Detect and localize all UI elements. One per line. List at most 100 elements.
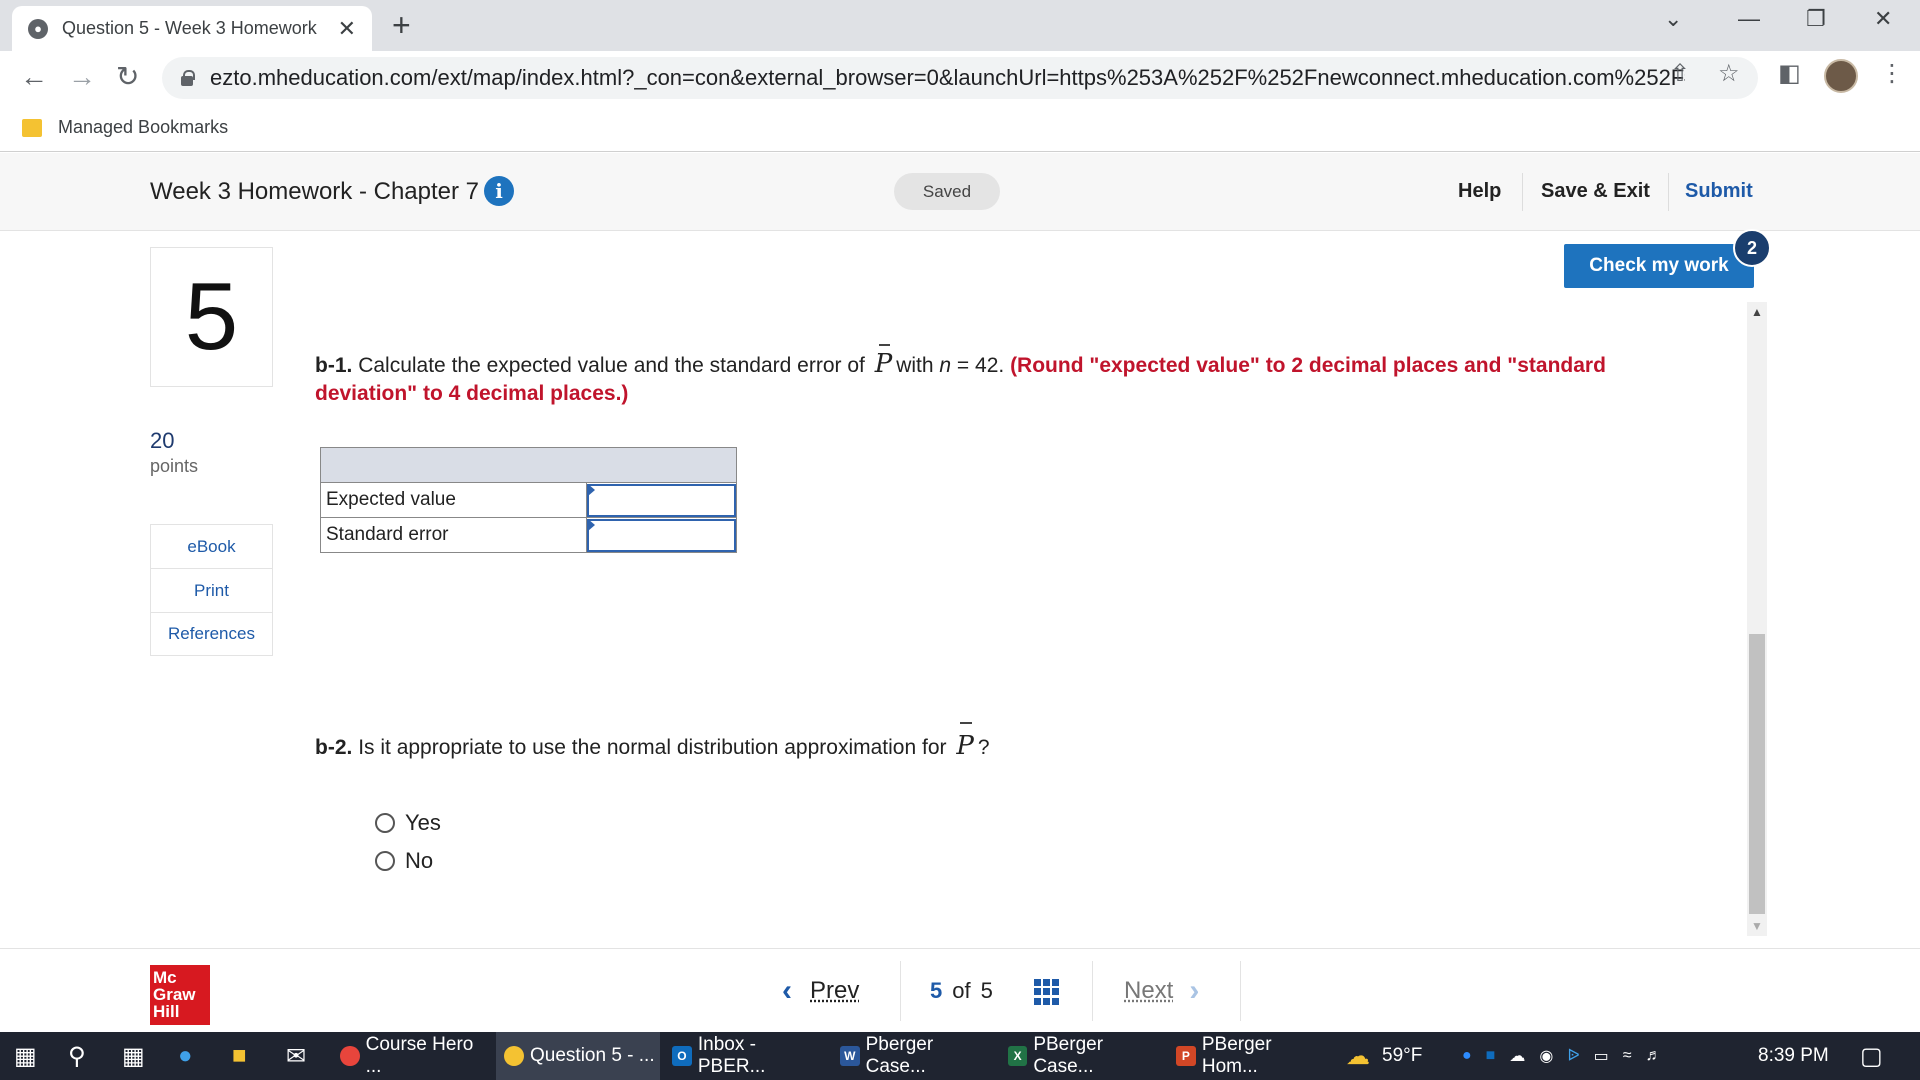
total-pages: 5 bbox=[980, 978, 993, 1003]
part-label: b-2. bbox=[315, 736, 353, 759]
ebook-link[interactable]: eBook bbox=[151, 525, 272, 569]
profile-avatar[interactable] bbox=[1824, 59, 1858, 93]
scroll-up-arrow-icon[interactable]: ▲ bbox=[1747, 302, 1767, 322]
taskbar-app-coursehero[interactable]: Course Hero ... bbox=[332, 1032, 492, 1080]
page-counter: 5 of 5 bbox=[930, 949, 993, 1033]
radio-button-icon[interactable] bbox=[375, 851, 395, 871]
back-icon[interactable]: ← bbox=[20, 63, 48, 91]
share-icon[interactable]: ⇧ bbox=[1670, 59, 1690, 88]
taskbar-app-question[interactable]: Question 5 - ... bbox=[496, 1032, 660, 1080]
current-page: 5 bbox=[930, 978, 943, 1003]
taskbar-app-label: PBerger Case... bbox=[1033, 1034, 1104, 1077]
taskbar-app-powerpoint[interactable]: P PBerger Hom... bbox=[1168, 1032, 1332, 1080]
expected-value-input[interactable] bbox=[587, 483, 736, 517]
taskbar-app-label: Pberger Case... bbox=[865, 1034, 934, 1077]
folder-icon bbox=[22, 118, 42, 137]
mail-icon[interactable]: ✉ bbox=[286, 1042, 306, 1071]
minimize-icon[interactable]: — bbox=[1738, 6, 1760, 32]
scrollbar-thumb[interactable] bbox=[1749, 634, 1765, 914]
bookmarks-bar: Managed Bookmarks bbox=[0, 104, 1920, 152]
print-link[interactable]: Print bbox=[151, 569, 272, 613]
option-label[interactable]: No bbox=[405, 848, 433, 874]
option-yes[interactable]: Yes bbox=[375, 810, 441, 836]
bookmark-folder-managed[interactable]: Managed Bookmarks bbox=[58, 117, 228, 138]
check-attempts-badge: 2 bbox=[1733, 229, 1771, 267]
wifi-icon[interactable]: ≈ bbox=[1623, 1047, 1632, 1065]
search-icon[interactable]: ⚲ bbox=[68, 1042, 86, 1071]
standard-error-input[interactable] bbox=[587, 518, 736, 552]
lock-icon[interactable] bbox=[180, 70, 195, 86]
taskbar-app-outlook[interactable]: O Inbox - PBER... bbox=[664, 1032, 828, 1080]
references-link[interactable]: References bbox=[151, 613, 272, 655]
tab-search-icon[interactable]: ⌄ bbox=[1664, 6, 1682, 32]
taskbar-app-excel[interactable]: X PBerger Case... bbox=[1000, 1032, 1164, 1080]
table-row: Standard error bbox=[320, 517, 737, 553]
meet-icon[interactable]: ◉ bbox=[1539, 1046, 1553, 1066]
help-link[interactable]: Help bbox=[1458, 180, 1501, 203]
side-panel-icon[interactable]: ◧ bbox=[1778, 59, 1801, 88]
browser-tab-active[interactable]: ● Question 5 - Week 3 Homework ✕ bbox=[12, 6, 372, 51]
info-icon[interactable]: i bbox=[484, 176, 514, 206]
expected-value-cell bbox=[586, 482, 737, 518]
reload-icon[interactable]: ↻ bbox=[116, 63, 139, 91]
assignment-title: Week 3 Homework - Chapter 7 bbox=[150, 178, 480, 205]
save-exit-link[interactable]: Save & Exit bbox=[1541, 180, 1650, 203]
forward-icon[interactable]: → bbox=[68, 63, 96, 91]
edge-icon[interactable]: ● bbox=[178, 1042, 193, 1070]
scroll-down-arrow-icon[interactable]: ▼ bbox=[1747, 916, 1767, 936]
excel-icon: X bbox=[1008, 1046, 1028, 1066]
question-grid-icon[interactable] bbox=[1034, 979, 1060, 1005]
windows-taskbar: ▦ ⚲ ▦ ● ■ ✉ Course Hero ... Question 5 -… bbox=[0, 1032, 1920, 1080]
prev-label[interactable]: Prev bbox=[810, 977, 859, 1005]
battery-icon[interactable]: ▭ bbox=[1594, 1046, 1609, 1066]
next-label[interactable]: Next bbox=[1124, 977, 1173, 1005]
option-no[interactable]: No bbox=[375, 848, 433, 874]
p-bar-symbol: P bbox=[874, 344, 893, 379]
chevron-right-icon: › bbox=[1189, 974, 1200, 1007]
chrome-icon bbox=[340, 1046, 360, 1066]
option-label[interactable]: Yes bbox=[405, 810, 441, 836]
address-bar[interactable]: ezto.mheducation.com/ext/map/index.html?… bbox=[162, 57, 1758, 99]
task-view-icon[interactable]: ▦ bbox=[122, 1042, 145, 1071]
prev-button[interactable]: ‹ Prev bbox=[782, 949, 859, 1033]
weather-cloud-icon: ☁ bbox=[1346, 1042, 1370, 1070]
system-tray-icons[interactable]: ● ■ ☁ ◉ ᐉ ▭ ≈ ♬ bbox=[1462, 1032, 1662, 1080]
chevron-left-icon: ‹ bbox=[782, 974, 792, 1007]
check-my-work-button[interactable]: Check my work bbox=[1564, 244, 1754, 288]
menu-dots-icon[interactable]: ⋮ bbox=[1880, 59, 1904, 88]
footer-divider bbox=[1240, 961, 1241, 1021]
bookmark-star-icon[interactable]: ☆ bbox=[1718, 59, 1740, 88]
file-explorer-icon[interactable]: ■ bbox=[232, 1042, 247, 1070]
clock[interactable]: 8:39 PM bbox=[1758, 1032, 1829, 1080]
question-b1-text: b-1. Calculate the expected value and th… bbox=[315, 344, 1645, 408]
resource-links: eBook Print References bbox=[150, 524, 273, 656]
zoom-icon[interactable]: ● bbox=[1462, 1047, 1472, 1065]
word-icon: W bbox=[840, 1046, 860, 1066]
question-b2-text: b-2. Is it appropriate to use the normal… bbox=[315, 722, 990, 766]
window-close-icon[interactable]: ✕ bbox=[1874, 6, 1892, 32]
weather-temperature: 59°F bbox=[1382, 1045, 1423, 1066]
part-label: b-1. bbox=[315, 354, 353, 377]
close-tab-icon[interactable]: ✕ bbox=[338, 16, 356, 42]
tab-title: Question 5 - Week 3 Homework bbox=[62, 18, 317, 38]
header-divider bbox=[1522, 173, 1523, 211]
question-text: with bbox=[896, 354, 934, 377]
new-tab-button[interactable]: + bbox=[392, 9, 411, 41]
notification-icon[interactable]: ▢ bbox=[1860, 1032, 1883, 1080]
header-divider bbox=[1668, 173, 1669, 211]
mcgraw-hill-logo: Mc Graw Hill bbox=[150, 965, 210, 1025]
bluetooth-icon[interactable]: ᐉ bbox=[1567, 1046, 1579, 1066]
radio-button-icon[interactable] bbox=[375, 813, 395, 833]
question-text: = 42. bbox=[956, 354, 1005, 377]
windows-start-icon[interactable]: ▦ bbox=[14, 1042, 37, 1071]
taskbar-app-word[interactable]: W Pberger Case... bbox=[832, 1032, 996, 1080]
outlook-tray-icon[interactable]: ■ bbox=[1486, 1047, 1496, 1065]
next-button[interactable]: Next › bbox=[1124, 949, 1199, 1033]
onedrive-icon[interactable]: ☁ bbox=[1509, 1046, 1525, 1066]
volume-icon[interactable]: ♬ bbox=[1646, 1047, 1662, 1065]
restore-icon[interactable]: ❐ bbox=[1806, 6, 1826, 32]
url-text[interactable]: ezto.mheducation.com/ext/map/index.html?… bbox=[210, 65, 1685, 91]
weather-widget[interactable]: ☁ 59°F bbox=[1346, 1032, 1422, 1080]
submit-link[interactable]: Submit bbox=[1685, 180, 1753, 203]
outlook-icon: O bbox=[672, 1046, 692, 1066]
